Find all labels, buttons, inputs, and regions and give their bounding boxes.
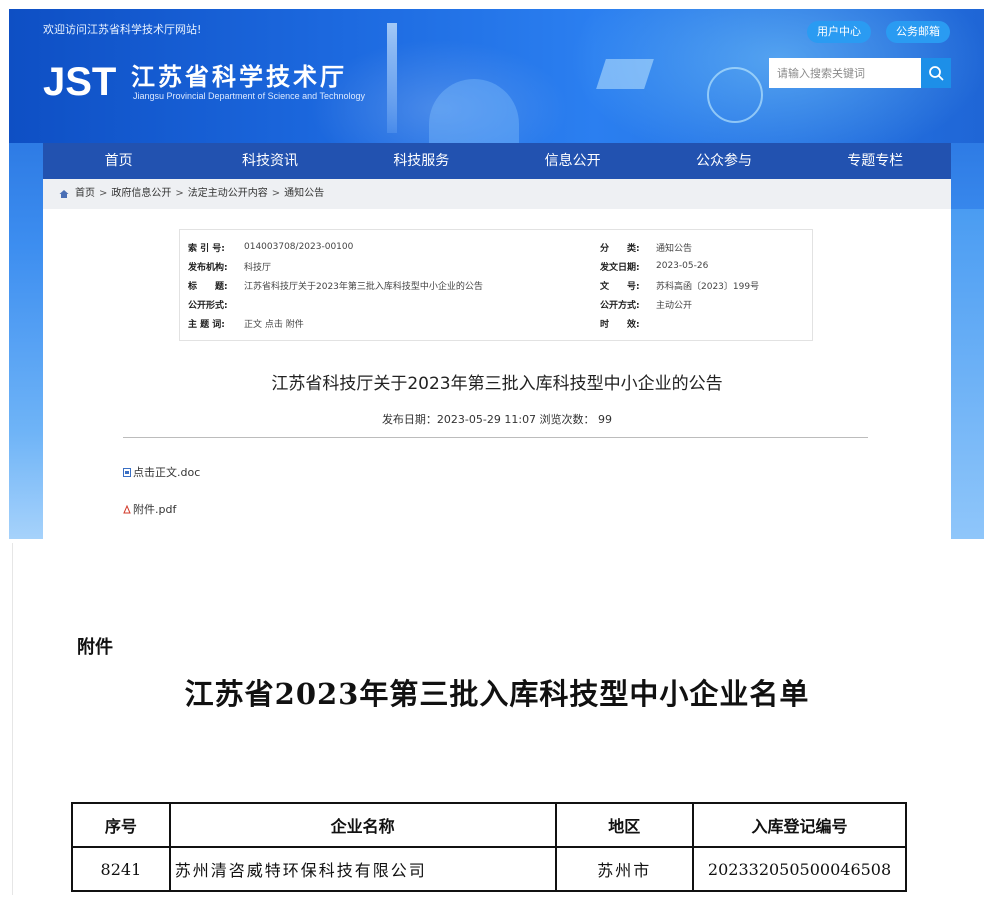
nav-item-news[interactable]: 科技资讯 (194, 143, 345, 179)
meta-title-value: 江苏省科技厅关于2023年第三批入库科技型中小企业的公告 (244, 281, 483, 292)
meta-category: 分 类: 通知公告 (600, 238, 692, 256)
attachment-doc-label[interactable]: 点击正文.doc (133, 464, 200, 480)
search-button[interactable] (921, 58, 951, 88)
company-table: 序号 企业名称 地区 入库登记编号 8241 苏州清咨威特环保科技有限公司 苏州… (71, 802, 907, 892)
welcome-text: 欢迎访问江苏省科学技术厅网站! (43, 23, 202, 36)
cell-reg-no: 202332050500046508 (692, 846, 907, 892)
meta-index: 索 引 号: 014003708/2023-00100 (188, 238, 353, 256)
pdf-icon (123, 504, 131, 513)
search-icon (929, 66, 944, 81)
meta-publisher-value: 科技厅 (244, 262, 272, 273)
website-screenshot: 欢迎访问江苏省科学技术厅网站! 用户中心 公务邮箱 JST 江苏省科学技术厅 J… (9, 9, 984, 539)
logo-mark-text: JST (43, 61, 116, 101)
article-title: 江苏省科技厅关于2023年第三批入库科技型中小企业的公告 (271, 374, 723, 394)
site-banner: 欢迎访问江苏省科学技术厅网站! 用户中心 公务邮箱 JST 江苏省科学技术厅 J… (9, 9, 984, 143)
col-header-reg-no: 入库登记编号 (692, 802, 907, 848)
meta-docno: 文 号: 苏科高函〔2023〕199号 (600, 276, 759, 294)
meta-keywords-label: 主 题 词: (188, 319, 225, 330)
breadcrumb-separator: > (99, 188, 108, 199)
cell-seq: 8241 (71, 846, 171, 892)
meta-category-value: 通知公告 (656, 243, 693, 254)
metadata-panel: 索 引 号: 014003708/2023-00100 分 类: 通知公告 发布… (179, 229, 813, 341)
article-publish-info: 发布日期：2023-05-29 11:07 浏览次数： 99 (381, 413, 613, 426)
col-header-company: 企业名称 (168, 802, 557, 848)
attachment-pdf-label[interactable]: 附件.pdf (133, 501, 176, 517)
meta-date-label: 发文日期: (600, 262, 640, 273)
cell-region: 苏州市 (554, 846, 695, 892)
annex-label: 附件 (77, 637, 113, 658)
dna-graphic (707, 67, 763, 123)
meta-validity-label: 时 效: (600, 319, 640, 330)
jst-logo-icon[interactable]: JST (43, 61, 123, 101)
breadcrumb-home[interactable]: 首页 (75, 179, 95, 209)
mail-button[interactable]: 公务邮箱 (886, 21, 950, 43)
meta-date: 发文日期: 2023-05-26 (600, 257, 708, 275)
meta-publisher: 发布机构: 科技厅 (188, 257, 271, 275)
table-header-row: 序号 企业名称 地区 入库登记编号 (71, 802, 907, 848)
nav-item-topics[interactable]: 专题专栏 (800, 143, 951, 179)
meta-index-value: 014003708/2023-00100 (244, 242, 354, 252)
meta-category-label: 分 类: (600, 243, 640, 254)
chip-graphic (596, 59, 654, 89)
meta-public-form: 公开形式: (188, 295, 244, 313)
meta-public-mode: 公开方式: 主动公开 (600, 295, 692, 313)
meta-keywords-value: 正文 点击 附件 (244, 319, 304, 330)
site-name[interactable]: 江苏省科学技术厅 (131, 57, 347, 92)
meta-public-mode-value: 主动公开 (656, 300, 693, 311)
user-center-button[interactable]: 用户中心 (807, 21, 871, 43)
word-doc-icon (123, 467, 131, 477)
attachment-pdf-link[interactable]: 附件.pdf (123, 501, 176, 517)
breadcrumb-statutory[interactable]: 法定主动公开内容 (188, 179, 268, 209)
col-header-region: 地区 (554, 802, 695, 848)
nav-item-home[interactable]: 首页 (43, 143, 194, 179)
nav-item-disclosure[interactable]: 信息公开 (497, 143, 648, 179)
document-title: 江苏省2023年第三批入库科技型中小企业名单 (184, 677, 810, 711)
attachment-document: 附件 江苏省2023年第三批入库科技型中小企业名单 序号 企业名称 地区 入库登… (12, 543, 980, 895)
nav-item-services[interactable]: 科技服务 (346, 143, 497, 179)
breadcrumb-separator: > (175, 188, 184, 199)
table-row: 8241 苏州清咨威特环保科技有限公司 苏州市 2023320505000465… (71, 846, 907, 892)
main-nav: 首页 科技资讯 科技服务 信息公开 公众参与 专题专栏 (43, 143, 951, 179)
breadcrumb-disclosure[interactable]: 政府信息公开 (111, 179, 171, 209)
breadcrumb: 首页 > 政府信息公开 > 法定主动公开内容 > 通知公告 (43, 179, 951, 209)
home-icon (59, 190, 69, 198)
meta-title-label: 标 题: (188, 281, 228, 292)
attachment-doc-link[interactable]: 点击正文.doc (123, 464, 200, 480)
meta-index-label: 索 引 号: (188, 243, 225, 254)
article-content: 索 引 号: 014003708/2023-00100 分 类: 通知公告 发布… (43, 209, 951, 539)
breadcrumb-notices[interactable]: 通知公告 (284, 179, 324, 209)
meta-public-mode-label: 公开方式: (600, 300, 640, 311)
nav-item-participation[interactable]: 公众参与 (648, 143, 799, 179)
divider (123, 437, 868, 438)
tower-graphic (387, 23, 397, 133)
cell-company: 苏州清咨威特环保科技有限公司 (168, 846, 557, 892)
side-decoration (951, 209, 984, 539)
meta-publisher-label: 发布机构: (188, 262, 228, 273)
site-name-en: Jiangsu Provincial Department of Science… (133, 91, 365, 101)
meta-keywords: 主 题 词: 正文 点击 附件 (188, 314, 304, 332)
search-input[interactable] (769, 58, 921, 88)
breadcrumb-separator: > (271, 188, 281, 199)
meta-docno-label: 文 号: (600, 281, 640, 292)
meta-docno-value: 苏科高函〔2023〕199号 (656, 281, 760, 292)
meta-validity: 时 效: (600, 314, 656, 332)
meta-public-form-label: 公开形式: (188, 300, 228, 311)
col-header-seq: 序号 (71, 802, 171, 848)
meta-title: 标 题: 江苏省科技厅关于2023年第三批入库科技型中小企业的公告 (188, 276, 483, 294)
meta-date-value: 2023-05-26 (656, 261, 709, 271)
